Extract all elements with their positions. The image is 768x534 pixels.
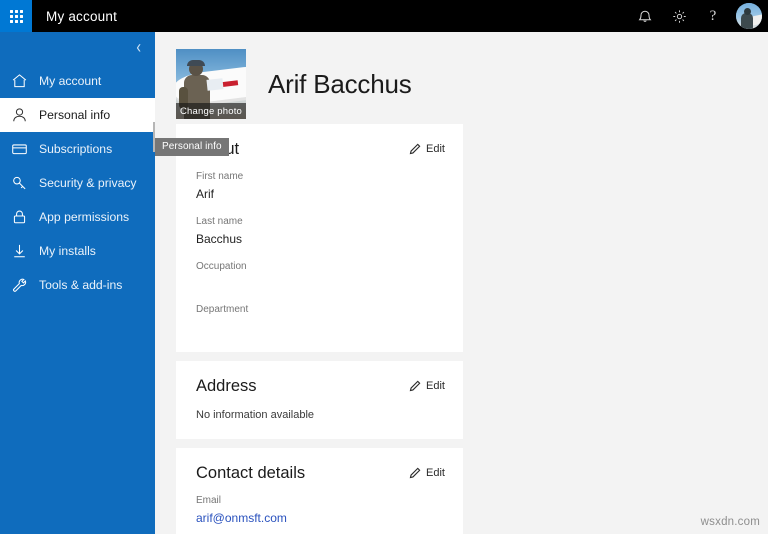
card-icon [11, 141, 39, 157]
contact-edit-button[interactable]: Edit [409, 464, 445, 479]
field-label: Email [196, 495, 222, 507]
field-department: Department [196, 303, 445, 334]
cards-column: About Edit First name Arif Last name Bac… [155, 124, 768, 534]
sidebar-item-label: My account [39, 73, 102, 88]
address-card: Address Edit No information available [176, 361, 463, 440]
field-value: Arif [196, 187, 214, 202]
sidebar-item-tools-add-ins[interactable]: Tools & add-ins [0, 268, 155, 302]
notifications-icon[interactable] [628, 0, 662, 32]
field-value [196, 275, 445, 291]
address-card-header: Address Edit [196, 377, 445, 395]
about-edit-button[interactable]: Edit [409, 140, 445, 155]
lock-icon [11, 209, 39, 225]
wrench-icon [11, 277, 39, 293]
home-icon [11, 73, 39, 89]
address-empty-text: No information available [196, 409, 315, 422]
field-occupation: Occupation [196, 260, 445, 291]
sidebar-item-my-installs[interactable]: My installs [0, 234, 155, 268]
suite-bar-actions: ? [628, 0, 768, 32]
sidebar-item-label: My installs [39, 243, 96, 258]
key-icon [11, 175, 39, 191]
sidebar-item-personal-info[interactable]: Personal info [0, 98, 155, 132]
pencil-icon [409, 143, 421, 155]
pencil-icon [409, 467, 421, 479]
sidebar-item-label: App permissions [39, 209, 130, 224]
settings-icon[interactable] [662, 0, 696, 32]
chevron-left-icon: ‹ [136, 35, 141, 57]
field-label: Occupation [196, 261, 247, 273]
help-icon[interactable]: ? [696, 0, 730, 32]
field-value: Bacchus [196, 232, 243, 247]
change-photo-button[interactable]: Change photo [176, 103, 246, 119]
download-icon [11, 243, 39, 259]
field-label: First name [196, 171, 244, 183]
pencil-icon [409, 380, 421, 392]
email-link[interactable]: arif@onmsft.com [196, 509, 445, 527]
sidebar-item-label: Personal info [39, 107, 111, 122]
field-email: Email arif@onmsft.com [196, 494, 445, 527]
about-edit-label: Edit [426, 143, 445, 155]
sidebar-collapse-button[interactable]: ‹ [0, 32, 155, 60]
contact-card-header: Contact details Edit [196, 464, 445, 482]
page-title: Arif Bacchus [268, 68, 412, 99]
main-content: Change photo Arif Bacchus Personal info … [155, 32, 768, 534]
sidebar-nav-list: My account Personal info Subscriptions S… [0, 64, 155, 302]
person-icon [11, 107, 39, 123]
address-edit-button[interactable]: Edit [409, 377, 445, 392]
sidebar-item-subscriptions[interactable]: Subscriptions [0, 132, 155, 166]
field-last-name: Last name Bacchus [196, 215, 445, 248]
sidebar-item-label: Subscriptions [39, 141, 113, 156]
waffle-grid [9, 9, 23, 23]
sidebar-item-my-account[interactable]: My account [0, 64, 155, 98]
watermark: wsxdn.com [700, 516, 760, 528]
suite-title: My account [46, 8, 118, 24]
profile-photo[interactable]: Change photo [176, 49, 246, 119]
contact-edit-label: Edit [426, 467, 445, 480]
about-card: About Edit First name Arif Last name Bac… [176, 124, 463, 353]
address-edit-label: Edit [426, 380, 445, 393]
field-value [196, 318, 445, 334]
contact-details-card: Contact details Edit Email arif@onmsft.c… [176, 448, 463, 534]
address-card-title: Address [196, 377, 257, 396]
app-launcher-icon[interactable] [0, 0, 32, 32]
sidebar-item-app-permissions[interactable]: App permissions [0, 200, 155, 234]
contact-card-title: Contact details [196, 464, 306, 483]
suite-bar: My account ? [0, 0, 768, 32]
app-root: My account ? ‹ My account Personal info … [0, 0, 768, 534]
help-glyph: ? [709, 7, 717, 24]
about-card-header: About Edit [196, 140, 445, 158]
avatar-image [736, 3, 762, 29]
field-label: Last name [196, 216, 243, 228]
field-first-name: First name Arif [196, 170, 445, 203]
sidebar-item-label: Security & privacy [39, 175, 137, 190]
sidebar-item-security-privacy[interactable]: Security & privacy [0, 166, 155, 200]
profile-header: Change photo Arif Bacchus [155, 32, 768, 124]
account-avatar[interactable] [730, 0, 768, 32]
field-label: Department [196, 304, 249, 316]
sidebar-item-label: Tools & add-ins [39, 277, 123, 292]
sidebar: ‹ My account Personal info Subscriptions… [0, 32, 155, 534]
tooltip-personal-info: Personal info [155, 138, 229, 156]
